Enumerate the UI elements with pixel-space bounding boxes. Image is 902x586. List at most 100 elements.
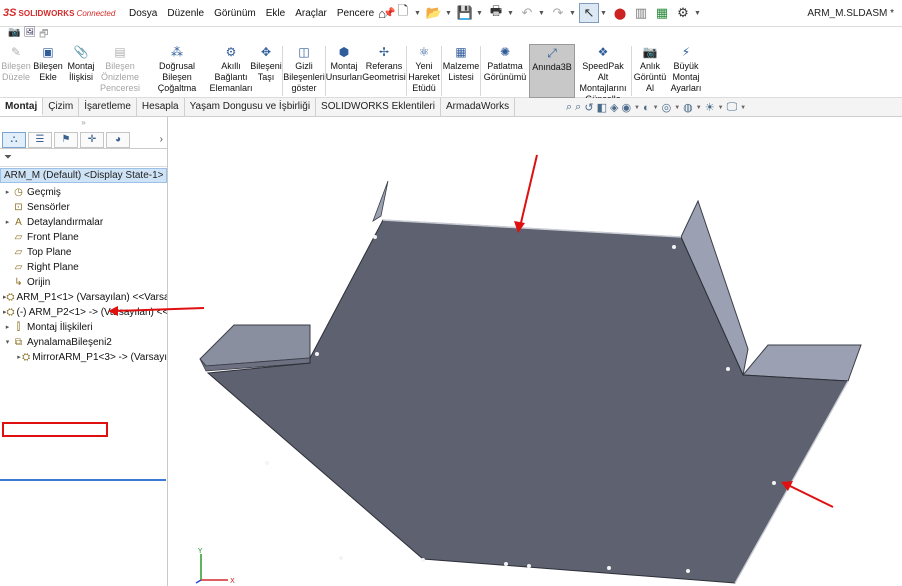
redo-icon[interactable]: ↷: [548, 3, 568, 23]
chevron-down-icon[interactable]: ▼: [569, 10, 578, 17]
configuration-manager-tab-icon[interactable]: ⚑: [54, 131, 78, 148]
display-style-icon[interactable]: ◐: [643, 102, 650, 114]
tree-item-right-plane[interactable]: ▱ Right Plane: [0, 260, 167, 275]
hole[interactable]: [504, 562, 508, 566]
hole[interactable]: [265, 461, 269, 465]
zoom-area-icon[interactable]: ⌕: [575, 101, 581, 114]
tab-isaretleme[interactable]: İşaretleme: [79, 98, 137, 116]
hide-show-items-icon[interactable]: ◎: [662, 101, 672, 114]
menu-gorunum[interactable]: Görünüm: [209, 0, 261, 27]
chevron-down-icon[interactable]: ▼: [538, 10, 547, 17]
tree-item-top-plane[interactable]: ▱ Top Plane: [0, 245, 167, 260]
menu-duzenle[interactable]: Düzenle: [162, 0, 209, 27]
smart-fasteners-button[interactable]: ⚙ Akıllı Bağlantı Elemanları: [209, 44, 252, 98]
hole[interactable]: [527, 564, 531, 568]
bom-button[interactable]: ▦ Malzeme Listesi: [442, 44, 480, 98]
hole[interactable]: [686, 569, 690, 573]
tree-item-aynalama-bileseni[interactable]: ▾ ⧉ AynalamaBileşeni2: [0, 335, 167, 350]
exploded-view-button[interactable]: ✺ Patlatma Görünümü: [481, 44, 529, 98]
move-component-button[interactable]: ✥ Bileşeni Taşı: [250, 44, 282, 98]
hole[interactable]: [607, 566, 611, 570]
previous-view-icon[interactable]: ↺: [584, 101, 593, 114]
rebuild-icon[interactable]: ▦: [652, 3, 672, 23]
hole[interactable]: [421, 558, 425, 562]
chevron-down-icon[interactable]: ▼: [507, 10, 516, 17]
tree-item-sensorler[interactable]: ⊡ Sensörler: [0, 200, 167, 215]
hole[interactable]: [339, 556, 343, 560]
property-manager-tab-icon[interactable]: ☰: [28, 131, 52, 148]
hole[interactable]: [672, 245, 676, 249]
component-preview-button[interactable]: ▤ Bileşen Önizleme Penceresi: [98, 44, 142, 98]
chevron-down-icon[interactable]: ▼: [718, 105, 724, 111]
zoom-to-fit-icon[interactable]: ⌕: [566, 101, 572, 114]
tree-item-detaylandirmalar[interactable]: ▸ A Detaylandırmalar: [0, 215, 167, 230]
chevron-down-icon[interactable]: ▼: [653, 105, 659, 111]
graphics-area[interactable]: Y X: [168, 117, 902, 586]
chevron-right-icon[interactable]: ›: [160, 134, 163, 145]
scene-icon[interactable]: ☀: [705, 101, 715, 114]
print-icon[interactable]: 🖶: [486, 3, 506, 23]
hole[interactable]: [315, 352, 319, 356]
options-icon[interactable]: ⚙: [673, 3, 693, 23]
main-plate[interactable]: [206, 219, 849, 584]
dimxpert-tab-icon[interactable]: ✛: [80, 131, 104, 148]
solidworks-logo[interactable]: 3S SOLIDWORKS Connected: [0, 7, 124, 19]
home-icon[interactable]: ⌂: [372, 3, 392, 23]
assembly-features-button[interactable]: ⬢ Montaj Unsurları: [326, 44, 363, 98]
reference-geometry-button[interactable]: ✢ Referans Geometrisi: [362, 44, 406, 98]
chevron-down-icon[interactable]: ▼: [694, 10, 703, 17]
save-icon[interactable]: 💾: [455, 3, 475, 23]
mate-button[interactable]: 📎 Montaj İlişkisi: [64, 44, 98, 98]
view-orientation-icon[interactable]: ◉: [621, 101, 631, 114]
select-cursor-icon[interactable]: ↖: [579, 3, 599, 23]
tree-item-montaj-iliskileri[interactable]: ▸ ⫿ Montaj İlişkileri: [0, 320, 167, 335]
chevron-down-icon[interactable]: ▼: [445, 10, 454, 17]
show-hidden-button[interactable]: ◫ Gizli Bileşenleri göster: [283, 44, 325, 98]
instant3d-button[interactable]: ⤢ Anında3B: [529, 44, 575, 98]
insert-component-button[interactable]: ▣ Bileşen Ekle: [32, 44, 64, 98]
camera-icon[interactable]: 📷: [8, 27, 20, 44]
chevron-down-icon[interactable]: ▼: [740, 105, 746, 111]
feature-tree-tab-icon[interactable]: ⛬: [2, 131, 26, 148]
chevron-down-icon[interactable]: ▼: [674, 105, 680, 111]
collapse-arrow-icon[interactable]: ▾: [3, 335, 12, 350]
edit-appearance-icon[interactable]: ◍: [683, 101, 693, 114]
file-properties-icon[interactable]: ▥: [631, 3, 651, 23]
expand-arrow-icon[interactable]: ▸: [3, 185, 12, 200]
hole[interactable]: [373, 235, 377, 239]
undo-icon[interactable]: ↶: [517, 3, 537, 23]
display-settings-icon[interactable]: 🖵: [727, 101, 738, 114]
menu-araclar[interactable]: Araçlar: [290, 0, 332, 27]
chevron-down-icon[interactable]: ▼: [414, 10, 423, 17]
filter-icon[interactable]: ⏷: [0, 149, 167, 167]
snapshot-button[interactable]: 📷 Anlık Görüntü Al: [632, 44, 668, 98]
model-viewport[interactable]: Y X: [168, 117, 902, 586]
tree-item-mirror-arm-p1[interactable]: ▸ ⛭ MirrorARM_P1<3> -> (Varsayı: [0, 350, 167, 365]
edit-component-button[interactable]: ✎ Bileşen Düzele: [0, 44, 32, 98]
display-manager-tab-icon[interactable]: ◕: [106, 131, 130, 148]
hole[interactable]: [726, 367, 730, 371]
tree-item-orijin[interactable]: ↳ Orijin: [0, 275, 167, 290]
window-icon[interactable]: 🗗: [39, 27, 48, 44]
tree-item-gecmis[interactable]: ▸ ◷ Geçmiş: [0, 185, 167, 200]
view-icon[interactable]: 🖼: [23, 27, 36, 44]
hole[interactable]: [772, 481, 776, 485]
panel-grip[interactable]: »: [0, 117, 167, 131]
menu-dosya[interactable]: Dosya: [124, 0, 162, 27]
large-assembly-button[interactable]: ⚡ Büyük Montaj Ayarları: [668, 44, 704, 98]
chevron-down-icon[interactable]: ▼: [696, 105, 702, 111]
tab-armadaworks[interactable]: ArmadaWorks: [441, 98, 516, 116]
expand-arrow-icon[interactable]: ▸: [3, 215, 12, 230]
traffic-light-icon[interactable]: ⬤: [610, 3, 630, 23]
tab-hesapla[interactable]: Hesapla: [137, 98, 185, 116]
chevron-down-icon[interactable]: ▼: [600, 10, 609, 17]
expand-arrow-icon[interactable]: ▸: [3, 320, 12, 335]
chevron-down-icon[interactable]: ▼: [476, 10, 485, 17]
linear-pattern-button[interactable]: ⁂ Doğrusal Bileşen Çoğaltma: [142, 44, 212, 98]
top-left-flange[interactable]: [372, 180, 389, 222]
chevron-down-icon[interactable]: ▼: [634, 105, 640, 111]
tab-yasam-dongusu[interactable]: Yaşam Dongusu ve İşbirliği: [185, 98, 317, 116]
speedpak-button[interactable]: ❖SpeedPak Alt Montajlarını Güncelle: [575, 44, 631, 104]
tab-cizim[interactable]: Çizim: [43, 98, 80, 116]
motion-study-button[interactable]: ⚛ Yeni Hareket Etüdü: [407, 44, 441, 98]
